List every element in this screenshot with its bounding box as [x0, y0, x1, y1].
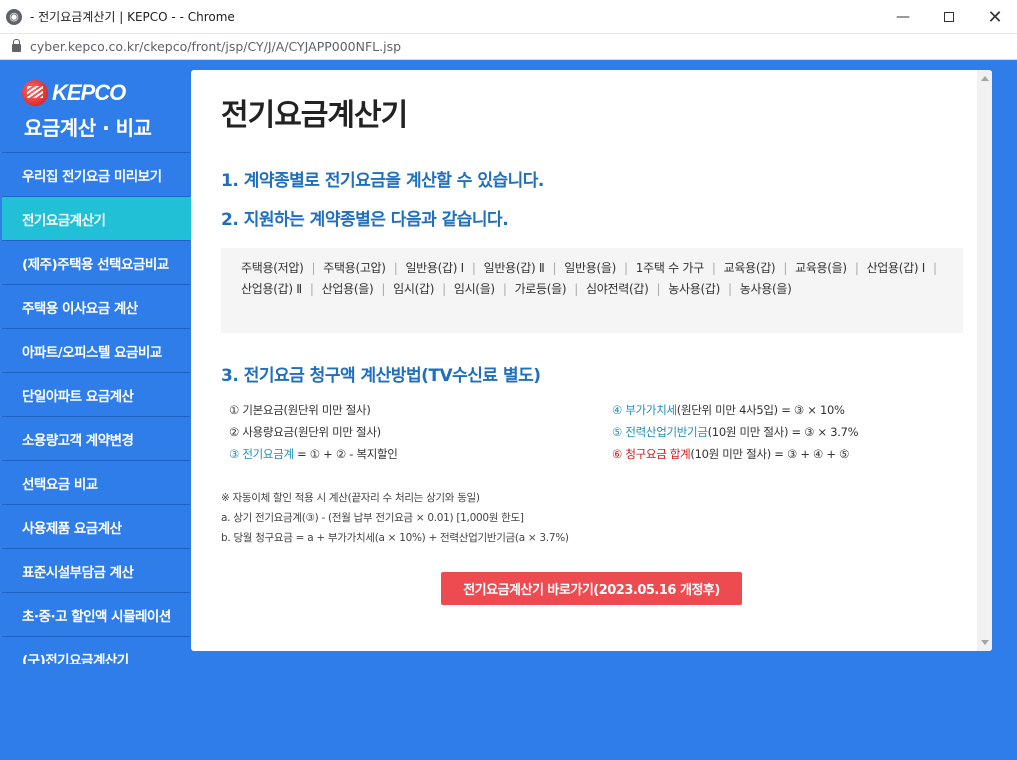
sidebar-item[interactable]: 사용제품 요금계산 — [2, 504, 190, 548]
logo-area[interactable]: KEPCO 요금계산 · 비교 — [2, 60, 190, 152]
scroll-down-icon[interactable] — [981, 640, 989, 645]
kepco-emblem-icon — [22, 80, 48, 106]
separator: | — [783, 261, 788, 275]
window-title: - 전기요금계산기 | KEPCO - - Chrome — [30, 10, 235, 24]
formula-electricity-total-rest: = ① + ② - 복지할인 — [293, 447, 398, 461]
separator: | — [728, 282, 732, 296]
close-button[interactable]: ✕ — [972, 0, 1017, 34]
contract-type-item: 산업용(갑) Ⅱ — [241, 282, 302, 296]
page-title: 전기요금계산기 — [221, 98, 408, 133]
logo-text: KEPCO — [52, 80, 126, 105]
separator: | — [656, 282, 661, 296]
sidebar-item[interactable]: (제주)주택용 선택요금비교 — [2, 240, 190, 284]
sidebar-item[interactable]: 전기요금계산기 — [2, 196, 190, 240]
contract-type-item: 산업용(갑) Ⅰ — [866, 261, 926, 275]
separator: | — [711, 261, 716, 275]
sidebar-item[interactable]: 선택요금 비교 — [2, 460, 190, 504]
separator: | — [393, 261, 398, 275]
contract-type-item: 임시(을) — [453, 282, 495, 296]
contract-type-item: 주택용(고압) — [323, 261, 386, 275]
sidebar-item[interactable]: (구)전기요금계산기 — [2, 636, 190, 664]
contract-type-item: 교육용(을) — [795, 261, 847, 275]
sidebar-item[interactable]: 우리집 전기요금 미리보기 — [2, 152, 190, 196]
formula-electricity-total-label: ③ 전기요금계 — [229, 447, 294, 461]
calculator-shortcut-button[interactable]: 전기요금계산기 바로가기(2023.05.16 개정후) — [441, 572, 742, 605]
sidebar-nav: 우리집 전기요금 미리보기 전기요금계산기 (제주)주택용 선택요금비교 주택용 이사… — [2, 152, 190, 664]
note-a: a. 상기 전기요금계(③) - (전월 납부 전기요금 × 0.01) [1,… — [221, 512, 524, 524]
formula-power-fund-rest: (10원 미만 절사) = ③ × 3.7% — [707, 425, 859, 439]
sidebar-item[interactable]: 초·중·고 할인액 시뮬레이션 — [2, 592, 190, 636]
formula-total-bill-rest: (10원 미만 절사) = ③ + ④ + ⑤ — [690, 447, 850, 461]
formula-usage-charge: ② 사용량요금(원단위 미만 절사) — [229, 425, 381, 439]
contract-type-item: 주택용(저압) — [241, 261, 304, 275]
note-auto-transfer: ※ 자동이체 할인 적용 시 계산(끝자리 수 처리는 상기와 동일) — [221, 492, 480, 504]
formula-vat-label: ④ 부가가치세 — [612, 403, 677, 417]
contract-type-item: 농사용(을) — [739, 282, 792, 296]
sidebar-item[interactable]: 단일아파트 요금계산 — [2, 372, 190, 416]
sidebar-item[interactable]: 표준시설부담금 계산 — [2, 548, 190, 592]
logo-subtitle: 요금계산 · 비교 — [24, 116, 152, 140]
separator: | — [624, 261, 628, 275]
contract-type-item: 일반용(갑) Ⅰ — [405, 261, 464, 275]
separator: | — [933, 261, 937, 275]
sidebar-item[interactable]: 주택용 이사요금 계산 — [2, 284, 190, 328]
contract-type-item: 농사용(갑) — [668, 282, 720, 296]
separator: | — [574, 282, 579, 296]
separator: | — [381, 282, 386, 296]
panel-scrollbar[interactable] — [977, 70, 992, 651]
section-2-heading: 2. 지원하는 계약종별은 다음과 같습니다. — [221, 210, 509, 230]
scroll-up-icon[interactable] — [981, 76, 989, 81]
contract-type-item: 임시(갑) — [393, 282, 435, 296]
separator: | — [471, 261, 476, 275]
sidebar-item[interactable]: 아파트/오피스텔 요금비교 — [2, 328, 190, 372]
minimize-icon: — — [896, 9, 910, 25]
close-icon: ✕ — [987, 6, 1003, 28]
contract-type-item: 일반용(을) — [564, 261, 617, 275]
formula-power-fund: ⑤ 전력산업기반기금(10원 미만 절사) = ③ × 3.7% — [612, 424, 859, 440]
formula-power-fund-label: ⑤ 전력산업기반기금 — [612, 425, 708, 439]
separator: | — [502, 282, 507, 296]
contract-type-item: 1주택 수 가구 — [635, 261, 704, 275]
address-bar[interactable]: cyber.kepco.co.kr/ckepco/front/jsp/CY/J/… — [0, 34, 1017, 60]
contract-type-item: 심야전력(갑) — [586, 282, 649, 296]
formula-electricity-total: ③ 전기요금계 = ① + ② - 복지할인 — [229, 446, 398, 462]
formula-vat: ④ 부가가치세(원단위 미만 4사5입) = ③ × 10% — [612, 402, 845, 418]
note-b: b. 당월 청구요금 = a + 부가가치세(a × 10%) + 전력산업기반… — [221, 532, 569, 544]
formula-base-charge: ① 기본요금(원단위 미만 절사) — [229, 403, 371, 417]
url-text[interactable]: cyber.kepco.co.kr/ckepco/front/jsp/CY/J/… — [30, 39, 401, 54]
minimize-button[interactable]: — — [880, 0, 926, 34]
maximize-icon — [944, 12, 954, 22]
contract-type-item: 교육용(갑) — [723, 261, 776, 275]
section-1-heading: 1. 계약종별로 전기요금을 계산할 수 있습니다. — [221, 171, 544, 191]
maximize-button[interactable] — [926, 0, 972, 34]
separator: | — [309, 282, 314, 296]
formula-total-bill: ⑥ 청구요금 합계(10원 미만 절사) = ③ + ④ + ⑤ — [612, 446, 849, 462]
formula-total-bill-label: ⑥ 청구요금 합계 — [612, 447, 691, 461]
globe-icon: ◉ — [6, 8, 22, 25]
section-3-heading: 3. 전기요금 청구액 계산방법(TV수신료 별도) — [221, 366, 541, 386]
browser-titlebar: ◉ - 전기요금계산기 | KEPCO - - Chrome — ✕ — [0, 0, 1017, 34]
sidebar-item[interactable]: 소용량고객 계약변경 — [2, 416, 190, 460]
separator: | — [311, 261, 316, 275]
sidebar: KEPCO 요금계산 · 비교 우리집 전기요금 미리보기 전기요금계산기 (제주)… — [2, 60, 190, 664]
separator: | — [854, 261, 859, 275]
formula-vat-rest: (원단위 미만 4사5입) = ③ × 10% — [676, 403, 845, 417]
lock-icon — [12, 39, 21, 52]
contract-type-item: 산업용(을) — [321, 282, 374, 296]
content-panel: 전기요금계산기 1. 계약종별로 전기요금을 계산할 수 있습니다. 2. 지원… — [191, 70, 992, 651]
separator: | — [552, 261, 557, 275]
contract-type-item: 가로등(을) — [514, 282, 567, 296]
contract-type-item: 일반용(갑) Ⅱ — [483, 261, 545, 275]
separator: | — [442, 282, 446, 296]
contract-types-box: 주택용(저압) | 주택용(고압) | 일반용(갑) Ⅰ | 일반용(갑) Ⅱ | 일반용(을)… — [221, 248, 963, 333]
